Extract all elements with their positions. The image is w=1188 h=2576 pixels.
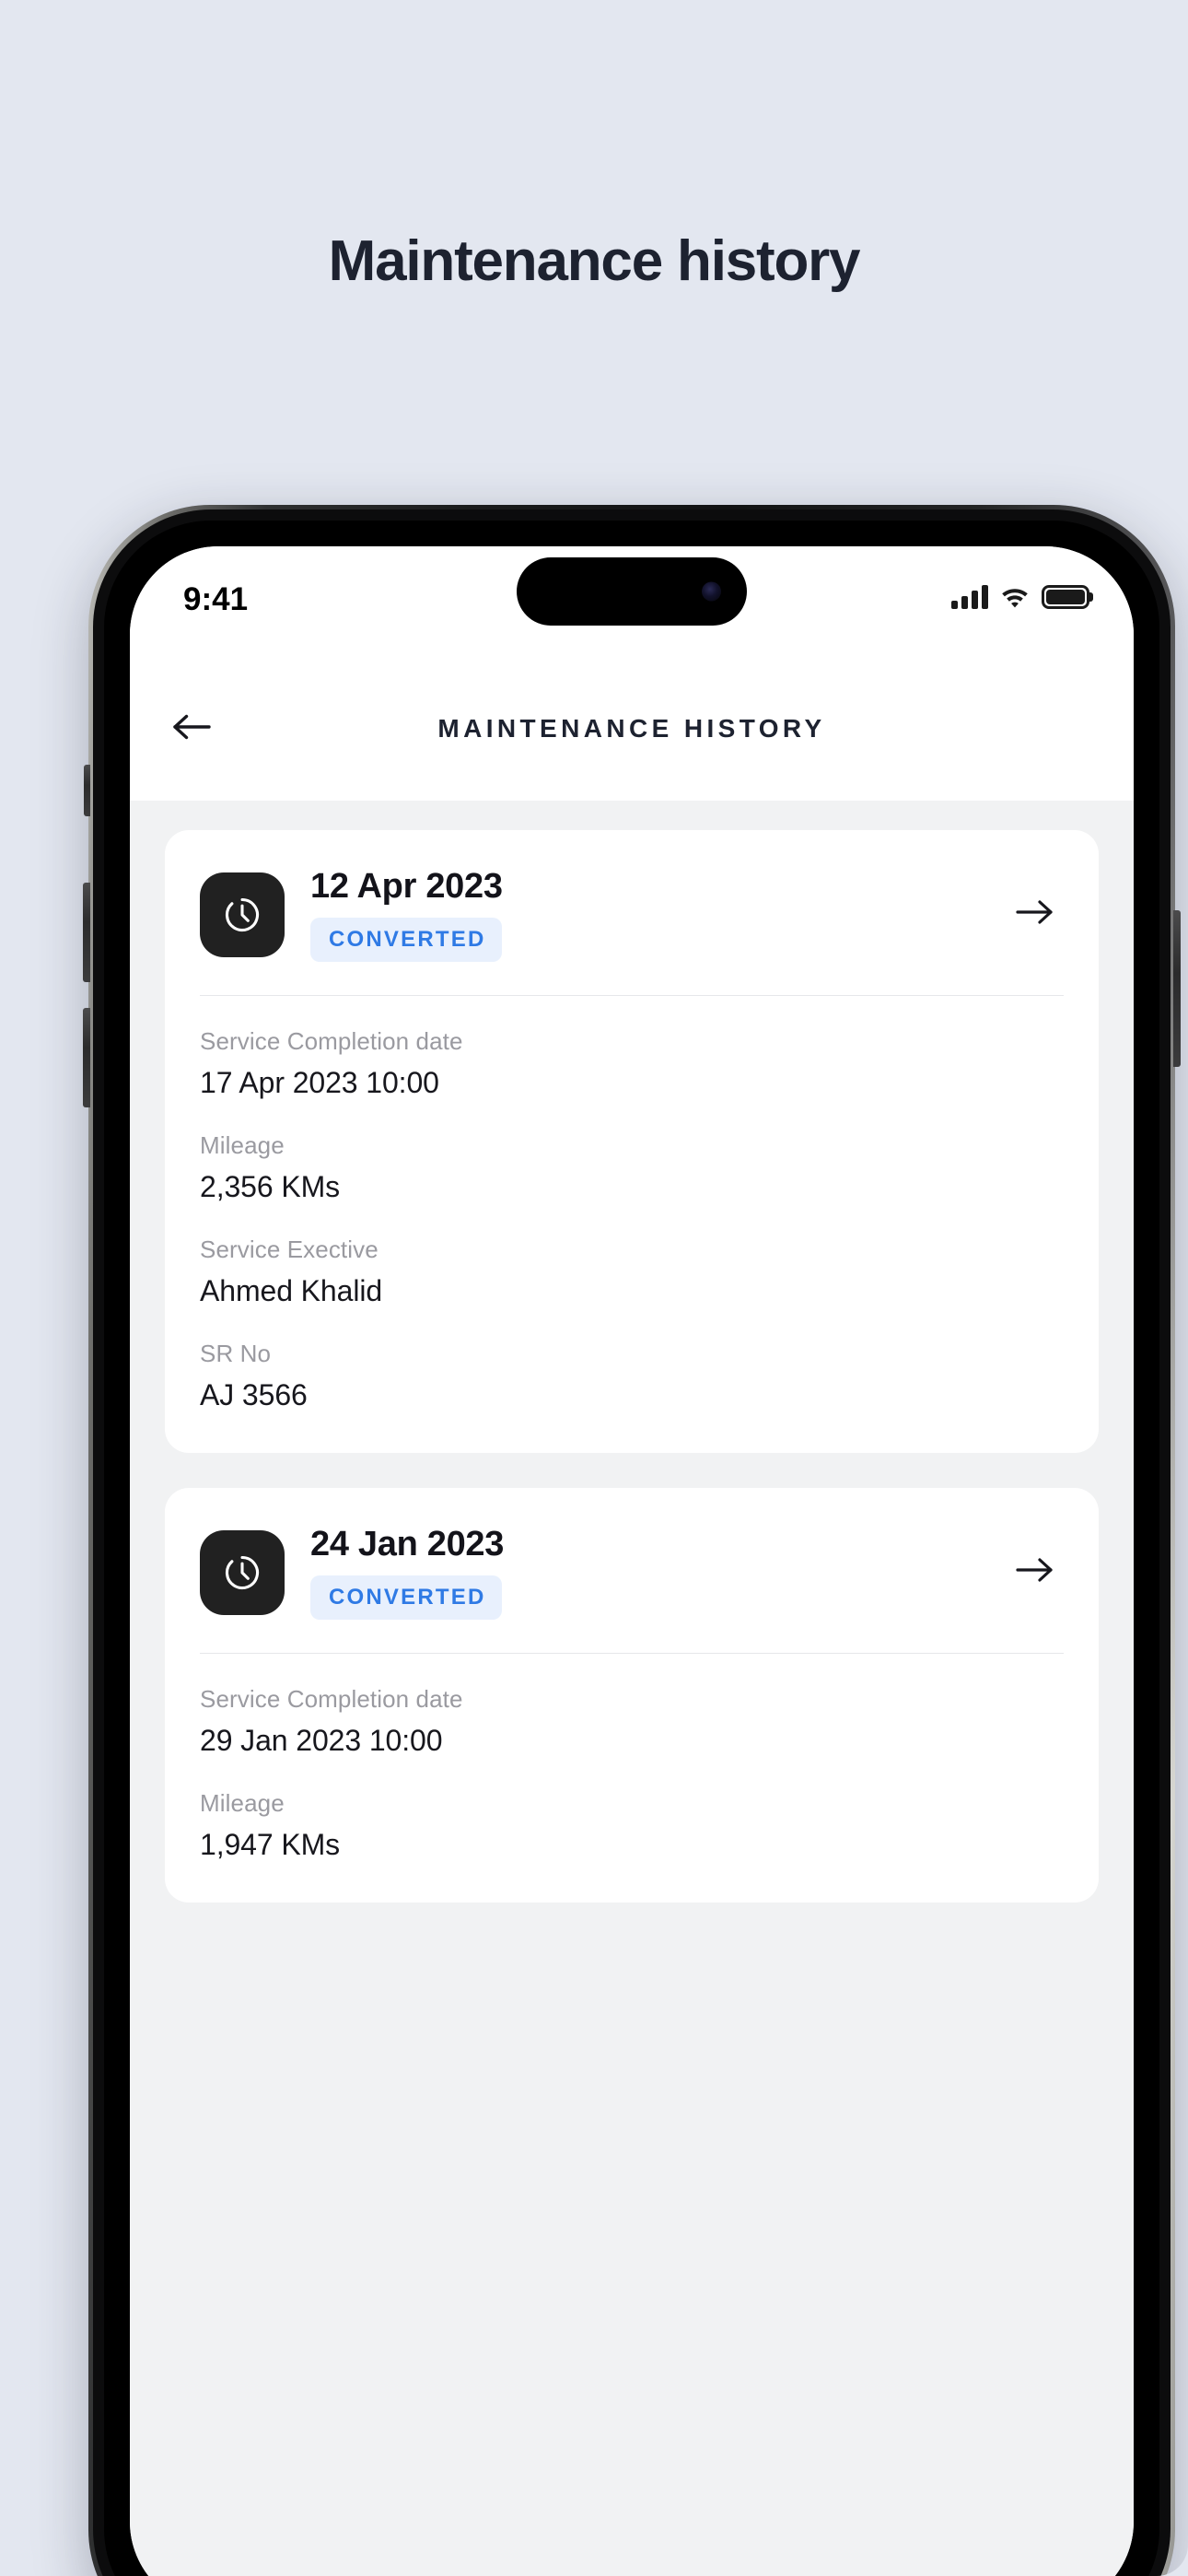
arrow-right-icon — [1015, 1555, 1055, 1589]
card-detail-rows: Service Completion date 17 Apr 2023 10:0… — [200, 996, 1064, 1412]
front-camera-icon — [702, 581, 721, 602]
detail-row: Mileage 1,947 KMs — [200, 1789, 1064, 1862]
clock-history-icon — [200, 1529, 285, 1615]
detail-row: Service Completion date 29 Jan 2023 10:0… — [200, 1685, 1064, 1758]
silent-switch-button[interactable] — [84, 765, 90, 816]
nav-header: MAINTENANCE HISTORY — [130, 657, 1134, 801]
open-record-button[interactable] — [1007, 1544, 1064, 1601]
card-header: 12 Apr 2023 CONVERTED — [200, 867, 1064, 995]
card-detail-rows: Service Completion date 29 Jan 2023 10:0… — [200, 1654, 1064, 1862]
page-title: Maintenance history — [328, 229, 861, 293]
detail-value: 17 Apr 2023 10:00 — [200, 1066, 439, 1099]
wifi-icon — [1000, 585, 1030, 609]
status-bar-indicators — [951, 585, 1089, 609]
detail-value: AJ 3566 — [200, 1378, 308, 1411]
maintenance-record-card[interactable]: 24 Jan 2023 CONVERTED Service Completion… — [165, 1488, 1099, 1903]
phone-screen: 9:41 MAINTENANCE HISTORY 12 Apr 2023 CON… — [130, 546, 1134, 2576]
dynamic-island — [517, 557, 747, 626]
card-header-text: 12 Apr 2023 CONVERTED — [310, 867, 981, 962]
phone-mockup: 9:41 MAINTENANCE HISTORY 12 Apr 2023 CON… — [83, 505, 1181, 2576]
record-date: 12 Apr 2023 — [310, 867, 503, 906]
record-date: 24 Jan 2023 — [310, 1525, 505, 1563]
card-header-text: 24 Jan 2023 CONVERTED — [310, 1525, 981, 1620]
maintenance-history-list[interactable]: 12 Apr 2023 CONVERTED Service Completion… — [130, 801, 1134, 2576]
status-badge: CONVERTED — [310, 1575, 503, 1620]
status-bar-time: 9:41 — [183, 581, 249, 617]
detail-value: 2,356 KMs — [200, 1170, 341, 1203]
power-button[interactable] — [1173, 910, 1181, 1067]
detail-value: Ahmed Khalid — [200, 1274, 383, 1307]
battery-full-icon — [1042, 585, 1089, 609]
clock-history-icon — [200, 872, 285, 957]
maintenance-record-card[interactable]: 12 Apr 2023 CONVERTED Service Completion… — [165, 830, 1099, 1453]
nav-title: MAINTENANCE HISTORY — [437, 714, 826, 743]
detail-label: Mileage — [200, 1789, 285, 1817]
detail-row: Service Completion date 17 Apr 2023 10:0… — [200, 1027, 1064, 1100]
status-bar: 9:41 — [130, 546, 1134, 657]
detail-row: Mileage 2,356 KMs — [200, 1131, 1064, 1204]
open-record-button[interactable] — [1007, 886, 1064, 943]
arrow-right-icon — [1015, 897, 1055, 931]
detail-row: SR No AJ 3566 — [200, 1340, 1064, 1412]
cellular-bars-icon — [951, 585, 988, 609]
detail-label: Service Exective — [200, 1235, 379, 1263]
card-header: 24 Jan 2023 CONVERTED — [200, 1525, 1064, 1653]
detail-label: Service Completion date — [200, 1685, 463, 1713]
detail-label: Service Completion date — [200, 1027, 463, 1055]
detail-label: Mileage — [200, 1131, 285, 1159]
detail-value: 1,947 KMs — [200, 1828, 341, 1861]
detail-row: Service Exective Ahmed Khalid — [200, 1235, 1064, 1308]
status-badge: CONVERTED — [310, 918, 503, 962]
detail-label: SR No — [200, 1340, 272, 1367]
detail-value: 29 Jan 2023 10:00 — [200, 1724, 443, 1757]
volume-down-button[interactable] — [83, 1008, 90, 1107]
volume-up-button[interactable] — [83, 883, 90, 982]
poster-page: Maintenance history 9:41 MAINTENANCE HIS… — [0, 0, 1188, 2576]
